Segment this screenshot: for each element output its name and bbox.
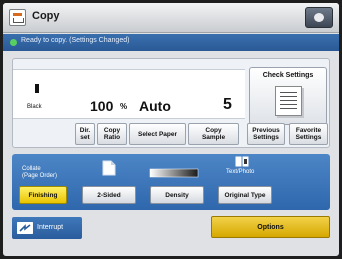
color-mode-label: Black (27, 104, 42, 110)
density-icon (149, 168, 199, 178)
copy-ratio-unit: % (120, 102, 128, 111)
page-title: Copy (32, 10, 60, 22)
copy-sample-button[interactable]: Copy Sample (188, 123, 239, 145)
text-photo-label: Text/Photo (226, 169, 255, 175)
two-sided-icon (102, 160, 116, 176)
copy-icon (9, 9, 26, 26)
title-bar: Copy (3, 3, 339, 33)
paper-size-value: Auto (139, 98, 171, 114)
direction-set-button[interactable]: Dir. set (75, 123, 95, 145)
settings-panel: Black 100 % Auto 5 Check Settings Dir. s… (12, 58, 330, 148)
original-type-button[interactable]: Original Type (218, 186, 272, 204)
status-bar: Ready to copy. (Settings Changed) (3, 34, 339, 51)
ready-indicator-icon (10, 39, 17, 46)
options-button[interactable]: Options (211, 216, 330, 238)
original-type-icon (235, 156, 249, 167)
collate-label: Collate (Page Order) (22, 166, 58, 179)
two-sided-button[interactable]: 2-Sided (82, 186, 136, 204)
copy-ratio-button[interactable]: Copy Ratio (97, 123, 127, 145)
document-icon (275, 86, 302, 116)
density-button[interactable]: Density (150, 186, 204, 204)
interrupt-icon (17, 222, 33, 234)
functions-panel: Collate (Page Order) Text/Photo Finishin… (12, 154, 330, 210)
status-monitor-button[interactable] (305, 7, 333, 28)
favorite-settings-button[interactable]: Favorite Settings (289, 123, 328, 145)
select-paper-button[interactable]: Select Paper (129, 123, 186, 145)
copy-screen: Copy Ready to copy. (Settings Changed) B… (3, 3, 339, 256)
interrupt-button[interactable]: Interrupt (12, 217, 82, 239)
finishing-button[interactable]: Finishing (19, 186, 67, 204)
check-settings-button[interactable]: Check Settings (249, 67, 327, 125)
interrupt-label: Interrupt (37, 224, 64, 231)
copies-count: 5 (223, 96, 232, 113)
previous-settings-button[interactable]: Previous Settings (247, 123, 285, 145)
black-toner-icon (35, 84, 39, 93)
copy-ratio-value: 100 (90, 98, 114, 114)
check-settings-label: Check Settings (262, 72, 314, 79)
status-text: Ready to copy. (Settings Changed) (21, 37, 130, 44)
settings-summary: Black 100 % Auto 5 (13, 69, 245, 119)
